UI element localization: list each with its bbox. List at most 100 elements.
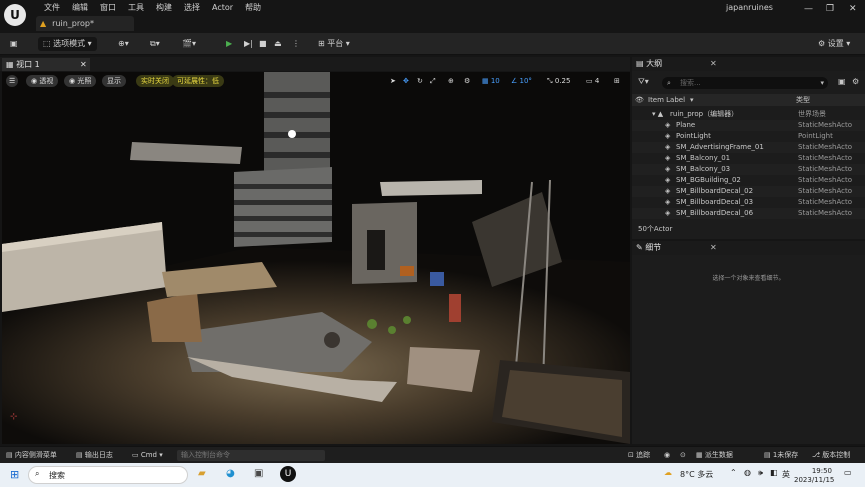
outliner-row-name: SM_Balcony_01 <box>676 154 731 162</box>
level-viewport[interactable]: ☰ ◉ 透视 ◉ 光照 显示 实时关闭 可延展性：低 ➤ ✥ ↻ ⤢ ⊕ ⚙ ▦… <box>2 72 630 444</box>
file-explorer-icon[interactable]: ▰ <box>198 468 206 479</box>
more-options-icon[interactable]: ⋮ <box>292 37 300 51</box>
viewport-tab[interactable]: ▦ 视口 1 ✕ <box>2 58 90 71</box>
world-space-icon[interactable]: ⊕ <box>448 75 454 87</box>
clock-time[interactable]: 19:50 <box>796 467 832 475</box>
console-input[interactable]: 输入控制台命令 <box>177 450 325 461</box>
chevron-down-icon[interactable]: ▾ <box>820 77 824 89</box>
content-drawer-button[interactable]: ▤ 内容侧滑菜单 <box>6 450 57 461</box>
close-icon[interactable]: ✕ <box>80 58 87 71</box>
blueprint-icon[interactable]: ⧉▾ <box>150 37 160 51</box>
ime-icon[interactable]: ◧ <box>770 468 778 477</box>
minimize-button[interactable]: — <box>804 4 813 14</box>
details-tab[interactable]: ✎ 细节 ✕ <box>632 241 865 255</box>
weather-icon[interactable]: ☁ <box>664 468 672 477</box>
realtime-off-badge[interactable]: 实时关闭 <box>136 75 174 87</box>
store-icon[interactable]: ▣ <box>254 468 263 479</box>
outliner-row[interactable]: ▾ ▲ ruin_prop（编辑器） 世界场景 <box>632 109 865 120</box>
outliner-row[interactable]: ◈ SM_AdvertisingFrame_01 StaticMeshActo <box>632 142 865 153</box>
play-button[interactable]: ▶ <box>226 37 232 51</box>
mode-select[interactable]: ⬚ 选项模式 ▾ <box>38 37 97 51</box>
scalability-badge[interactable]: 可延展性：低 <box>172 75 224 87</box>
unsaved-label: 1未保存 <box>772 451 799 459</box>
tray-chevron-icon[interactable]: ⌃ <box>730 468 737 477</box>
record-icon[interactable]: ◉ <box>664 450 670 461</box>
outliner-tab[interactable]: ▤ 大纲 ✕ <box>632 57 865 71</box>
menu-build[interactable]: 构建 <box>150 2 178 13</box>
axis-gizmo-icon: ⊹ <box>10 412 18 422</box>
output-log-button[interactable]: ▤ 输出日志 <box>76 450 113 461</box>
outliner-row[interactable]: ◈ SM_BGBuilding_02 StaticMeshActo <box>632 175 865 186</box>
maximize-button[interactable]: ❐ <box>826 4 834 14</box>
settings-button[interactable]: ⚙ 设置 ▾ <box>818 37 850 51</box>
close-window-button[interactable]: ✕ <box>849 4 857 14</box>
outliner-row[interactable]: ◈ SM_BillboardDecal_03 StaticMeshActo <box>632 197 865 208</box>
unreal-taskbar-icon[interactable]: U <box>280 466 296 482</box>
outliner-row[interactable]: ◈ SM_BillboardDecal_02 StaticMeshActo <box>632 186 865 197</box>
menu-select[interactable]: 选择 <box>178 2 206 13</box>
filter-icon[interactable]: ⛛▾ <box>638 77 649 87</box>
perspective-button[interactable]: ◉ 透视 <box>26 75 59 87</box>
outliner-row[interactable]: ◈ SM_BillboardDecal_06 StaticMeshActo <box>632 208 865 219</box>
camera-speed-button[interactable]: ▭ 4 <box>586 75 599 87</box>
step-icon[interactable]: ▶| <box>244 37 253 51</box>
select-tool-icon[interactable]: ➤ <box>390 75 396 87</box>
viewport-layout-icon[interactable]: ⊞ <box>614 75 620 87</box>
surface-snap-icon[interactable]: ⚙ <box>464 75 470 87</box>
edge-icon[interactable]: ◕ <box>226 468 235 479</box>
actor-icon: ◈ <box>665 198 671 206</box>
stop-icon[interactable]: ■ <box>259 37 267 51</box>
show-button[interactable]: 显示 <box>102 75 126 87</box>
outliner-row[interactable]: ◈ PointLight PointLight <box>632 131 865 142</box>
version-control-button[interactable]: ⎇ 版本控制 <box>812 450 850 461</box>
cinematics-icon[interactable]: 🎬▾ <box>182 37 196 51</box>
outliner-row-type: StaticMeshActo <box>798 121 852 129</box>
menu-file[interactable]: 文件 <box>38 2 66 13</box>
column-type[interactable]: 类型 <box>796 94 810 106</box>
search-icon: ⌕ <box>667 79 671 87</box>
ime-language[interactable]: 英 <box>782 469 790 480</box>
grid-snap-button[interactable]: ▦ 10 <box>482 75 500 87</box>
notification-icon[interactable]: ▭ <box>844 468 852 477</box>
unreal-logo-icon[interactable]: U <box>4 4 26 26</box>
scale-snap-button[interactable]: ⤡ 0.25 <box>547 75 570 87</box>
menu-help[interactable]: 帮助 <box>239 2 267 13</box>
menu-tools[interactable]: 工具 <box>122 2 150 13</box>
close-icon[interactable]: ✕ <box>710 57 717 71</box>
network-icon[interactable]: ◍ <box>744 468 751 477</box>
derived-data-button[interactable]: ▦ 派生数据 <box>696 450 733 461</box>
volume-icon[interactable]: 🕪 <box>758 468 763 478</box>
add-folder-icon[interactable]: ▣ <box>838 77 846 86</box>
eject-icon[interactable]: ⏏ <box>274 37 282 51</box>
windows-start-icon[interactable]: ⊞ <box>10 468 19 481</box>
add-content-icon[interactable]: ⊕▾ <box>118 37 129 51</box>
lit-mode-button[interactable]: ◉ 光照 <box>64 75 97 87</box>
translate-tool-icon[interactable]: ✥ <box>403 75 409 87</box>
pulse-icon[interactable]: ⊙ <box>680 450 686 461</box>
outliner-row[interactable]: ◈ Plane StaticMeshActo <box>632 120 865 131</box>
clock-date[interactable]: 2023/11/15 <box>794 476 834 484</box>
search-placeholder: 搜索... <box>680 79 701 87</box>
platforms-button[interactable]: ⊞ 平台 ▾ <box>318 37 350 51</box>
weather-text[interactable]: 8°C 多云 <box>680 469 713 480</box>
scale-tool-icon[interactable]: ⤢ <box>430 75 436 87</box>
column-item-label[interactable]: Item Label <box>648 94 685 106</box>
menu-actor[interactable]: Actor <box>206 2 239 13</box>
close-icon[interactable]: ✕ <box>710 241 717 255</box>
outliner-search-input[interactable]: 搜索... ⌕ ▾ <box>662 77 828 89</box>
trace-button[interactable]: ⊡ 追踪 <box>628 450 650 461</box>
level-tab[interactable]: ▲ ruin_prop* <box>36 16 134 31</box>
taskbar-search-input[interactable]: ⌕ 搜索 <box>28 466 188 484</box>
rotate-tool-icon[interactable]: ↻ <box>417 75 423 87</box>
visibility-icon[interactable]: 👁 <box>635 94 644 106</box>
save-icon[interactable]: ▣ <box>10 37 18 51</box>
outliner-row[interactable]: ◈ SM_Balcony_03 StaticMeshActo <box>632 164 865 175</box>
angle-snap-button[interactable]: ∠ 10° <box>511 75 532 87</box>
menu-edit[interactable]: 编辑 <box>66 2 94 13</box>
actor-icon: ◈ <box>665 143 671 151</box>
outliner-row[interactable]: ◈ SM_Balcony_01 StaticMeshActo <box>632 153 865 164</box>
cmd-select[interactable]: ▭ Cmd ▾ <box>132 450 163 461</box>
gear-icon[interactable]: ⚙ <box>852 77 859 86</box>
unsaved-button[interactable]: ▤ 1未保存 <box>764 450 798 461</box>
menu-window[interactable]: 窗口 <box>94 2 122 13</box>
